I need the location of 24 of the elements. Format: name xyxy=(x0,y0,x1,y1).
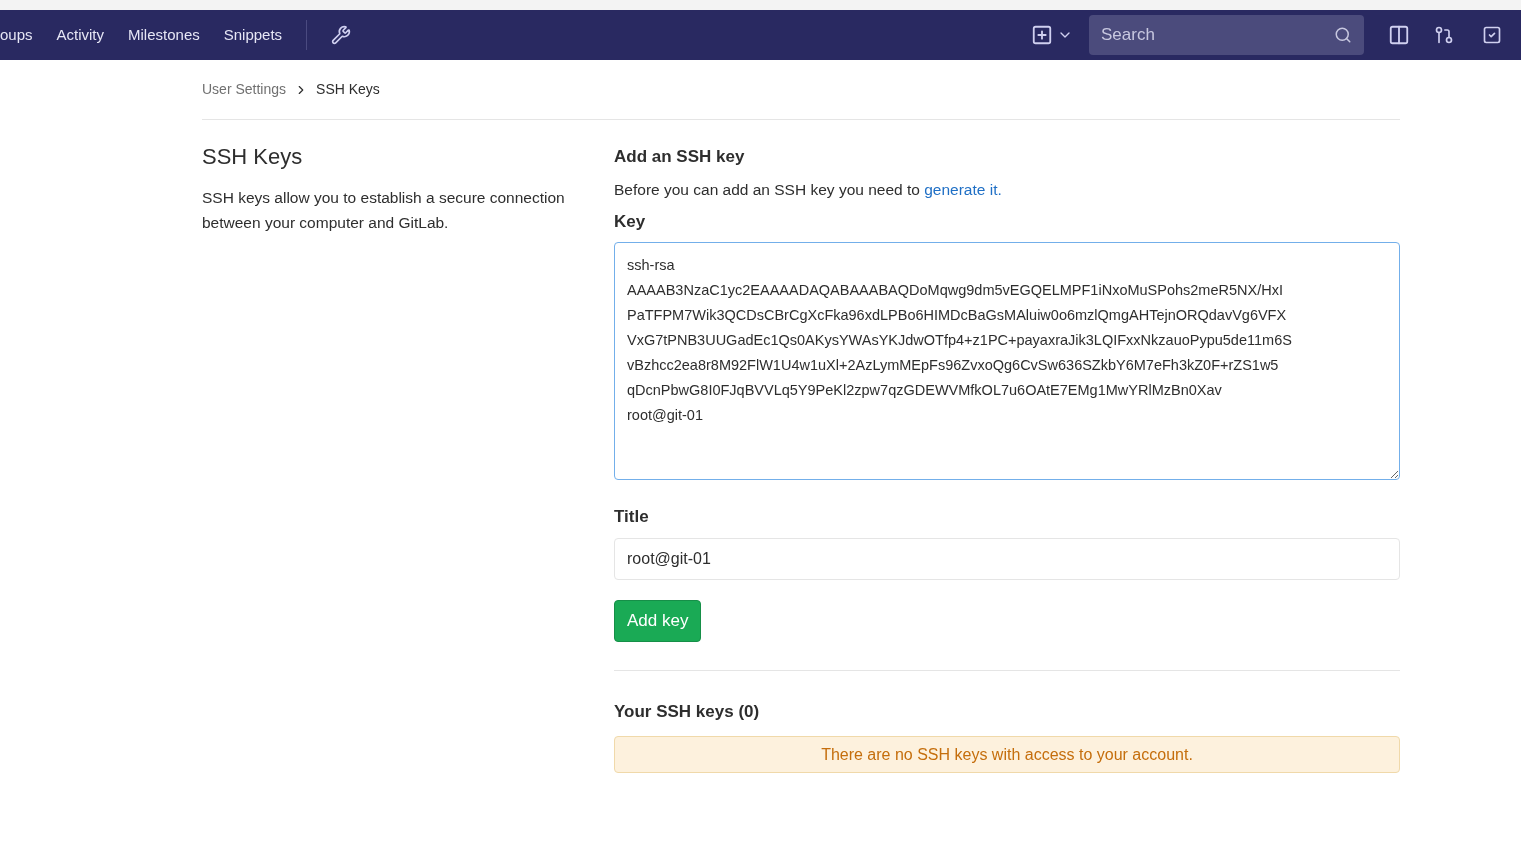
key-label: Key xyxy=(614,210,647,233)
plus-icon xyxy=(1031,24,1053,46)
keys-heading: Your SSH keys (0) xyxy=(614,700,761,723)
search-icon xyxy=(1334,26,1352,44)
title-input[interactable]: root@git-01 xyxy=(614,537,1400,580)
nav-link[interactable]: Milestones xyxy=(128,23,200,47)
nav-link[interactable]: Snippets xyxy=(223,23,283,47)
section-title: SSH Keys xyxy=(202,143,304,171)
generate-key-hint: Before you can add an SSH key you need to generate it. xyxy=(614,179,1003,200)
sidebar-panel-icon[interactable] xyxy=(1388,24,1410,46)
empty-keys-alert: There are no SSH keys with access to your account. xyxy=(614,736,1400,774)
search-field[interactable]: Search xyxy=(1089,15,1364,55)
generate-link[interactable]: generate it. xyxy=(924,180,1002,198)
nav-link[interactable]: oups xyxy=(0,23,33,47)
title-label: Title xyxy=(614,506,650,529)
breadcrumb-link[interactable]: SSH Keys xyxy=(316,79,380,100)
section-description: SSH keys allow you to establish a secure connection between your computer and GitLab. xyxy=(202,188,566,233)
breadcrumb-link[interactable]: User Settings xyxy=(202,79,287,100)
todo-check-icon[interactable] xyxy=(1482,25,1502,45)
merge-request-icon[interactable] xyxy=(1434,25,1454,45)
nav-link[interactable]: Activity xyxy=(56,23,105,47)
form-heading: Add an SSH key xyxy=(614,146,746,168)
key-textarea[interactable]: ssh-rsa AAAAB3NzaC1yc2EAAAADAQABAAABAQDoMqwg9dm5vEGQELMPF1iNxoMuSPohs2meR5NX/HxI PaTFPM7Wik3QCDsCBrCgXcFka96xdLPBo6HIMDcBaGsMAluiw0o6mzlQmgAHTejnORQdavVg6VFX VxG7tPNB3UUGadEc1Qs0AKysYWAsYKJdwOTfp4+z1PC+payaxraJik3LQIFxxNkzauoPypu5de11m6S vBzhcc2ea8r8M92FlW1U4w1uXl+2AzLymMEpFs96ZvxoQg6CvSw636SZkbY6M7eFh3kZ0F+rZS1w5 qDcnPbwG8I0FJqBVVLq5Y9PeKl2zpw7qzGDEWVMfkOL7u6OAtE7EMg1MwYRlMzBn0Xav root@git-01 xyxy=(614,242,1400,481)
admin-wrench-icon[interactable] xyxy=(331,25,352,45)
